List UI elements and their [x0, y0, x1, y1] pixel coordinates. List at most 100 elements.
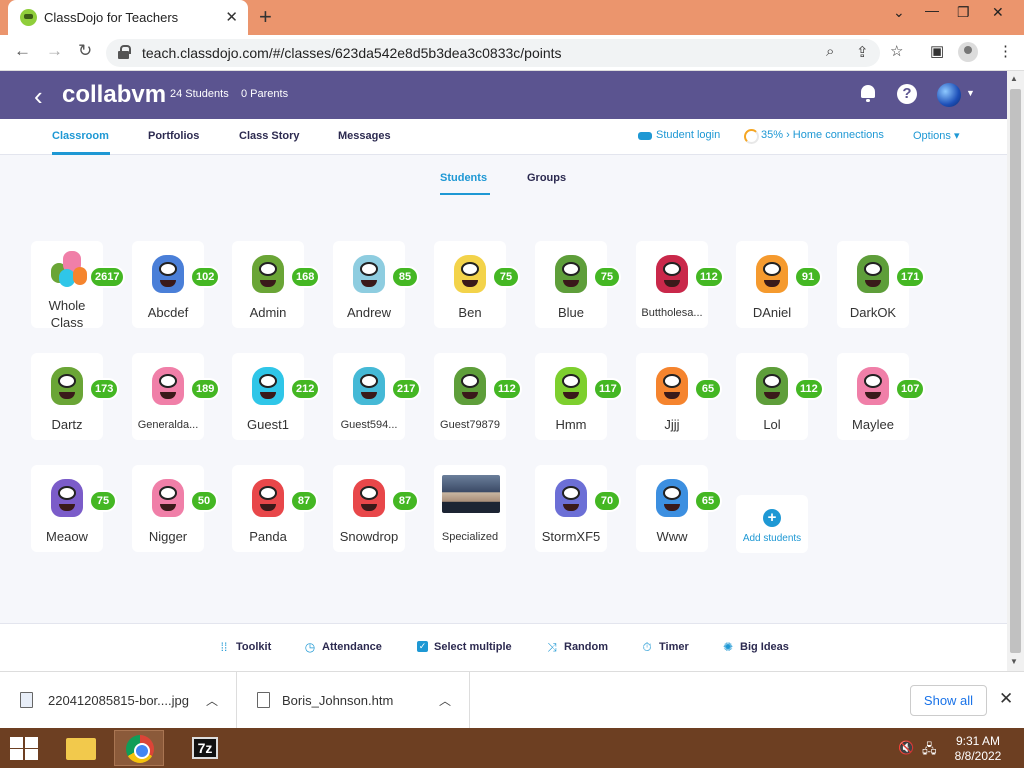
attendance-button[interactable]: Attendance [322, 641, 382, 653]
student-card[interactable]: 50 Nigger [132, 465, 218, 552]
show-all-button[interactable]: Show all [910, 685, 987, 716]
parents-count[interactable]: 0 Parents [241, 88, 288, 100]
zoom-icon[interactable]: ⌕ [826, 43, 834, 60]
home-connections-link[interactable]: 35% › Home connections [761, 129, 884, 141]
scroll-thumb[interactable] [1010, 89, 1021, 653]
back-arrow-icon[interactable]: ← [14, 41, 31, 61]
tab-class-story[interactable]: Class Story [239, 130, 300, 142]
menu-dots-icon[interactable]: ⋮ [998, 42, 1013, 60]
student-card[interactable]: 217 Guest594... [333, 353, 422, 440]
student-name: Abcdef [147, 305, 189, 320]
student-card[interactable]: 87 Snowdrop [333, 465, 419, 552]
download-item[interactable]: Boris_Johnson.htm ︿ [237, 672, 470, 729]
volume-muted-icon[interactable]: 🔇 [898, 740, 914, 756]
student-card[interactable]: 65 Jjjj [636, 353, 722, 440]
big-ideas-button[interactable]: Big Ideas [740, 641, 789, 653]
help-icon[interactable]: ? [897, 84, 917, 104]
lock-icon[interactable] [118, 45, 131, 59]
bell-icon[interactable] [860, 85, 876, 102]
student-card[interactable]: 173 Dartz [31, 353, 120, 440]
profile-icon[interactable] [958, 42, 978, 62]
tab-messages[interactable]: Messages [338, 130, 391, 142]
window-close-icon[interactable]: ✕ [992, 4, 1004, 21]
download-bar: 220412085815-bor....jpg ︿ Boris_Johnson.… [0, 671, 1024, 729]
teacher-avatar[interactable] [937, 83, 961, 107]
tab-search-chevron-icon[interactable]: ⌄ [893, 4, 905, 21]
student-card[interactable]: Specialized [434, 465, 506, 552]
attendance-clock-icon: ◷ [304, 640, 316, 654]
7zip-taskbar-button[interactable]: 7z [180, 730, 230, 766]
students-count[interactable]: 24 Students [170, 88, 229, 100]
scroll-up-icon[interactable]: ▲ [1010, 74, 1018, 83]
add-students-card[interactable]: + Add students [736, 495, 808, 553]
monster-avatar-icon [650, 357, 694, 409]
address-bar[interactable]: teach.classdojo.com/#/classes/623da542e8… [106, 39, 880, 67]
student-login-link[interactable]: Student login [656, 129, 720, 141]
whole-class-card[interactable]: 2617 Whole Class [31, 241, 126, 330]
student-card[interactable]: 75 Meaow [31, 465, 117, 552]
taskbar-clock[interactable]: 9:31 AM 8/8/2022 [940, 734, 1016, 764]
student-card[interactable]: 112 Buttholesa... [636, 241, 724, 328]
student-card[interactable]: 189 Generalda... [132, 353, 221, 440]
select-multiple-button[interactable]: Select multiple [434, 641, 512, 653]
chevron-up-icon[interactable]: ︿ [439, 692, 451, 709]
file-explorer-taskbar-button[interactable] [56, 730, 106, 766]
close-tab-icon[interactable]: ✕ [225, 8, 238, 26]
student-card[interactable]: 212 Guest1 [232, 353, 321, 440]
class-nav: Classroom Portfolios Class Story Message… [0, 119, 1007, 155]
tab-groups[interactable]: Groups [527, 172, 566, 184]
page-scrollbar[interactable]: ▲ ▼ [1007, 71, 1024, 671]
back-chevron-icon[interactable]: ‹ [34, 81, 43, 112]
close-download-bar-icon[interactable]: ✕ [999, 689, 1013, 709]
student-card[interactable]: 91 DAniel [736, 241, 822, 328]
chevron-up-icon[interactable]: ︿ [206, 692, 218, 709]
toolkit-button[interactable]: Toolkit [236, 641, 271, 653]
monster-avatar-icon [45, 357, 89, 409]
random-button[interactable]: Random [564, 641, 608, 653]
student-card[interactable]: 112 Guest79879 [434, 353, 522, 440]
minimize-icon[interactable]: — [925, 2, 939, 18]
class-toolbar: ⁞⁞ Toolkit ◷ Attendance Select multiple … [0, 623, 1007, 671]
student-card[interactable]: 171 DarkOK [837, 241, 926, 328]
tab-classroom[interactable]: Classroom [52, 130, 109, 142]
forward-arrow-icon[interactable]: → [46, 41, 63, 61]
student-card[interactable]: 75 Blue [535, 241, 621, 328]
tab-students[interactable]: Students [440, 172, 487, 184]
download-item[interactable]: 220412085815-bor....jpg ︿ [0, 672, 237, 729]
monster-avatar-icon [448, 245, 492, 297]
chrome-icon [126, 735, 154, 763]
windows-start-icon[interactable] [8, 736, 38, 760]
clock-date: 8/8/2022 [954, 749, 1002, 763]
bookmark-star-icon[interactable]: ☆ [890, 42, 903, 60]
student-card[interactable]: 87 Panda [232, 465, 318, 552]
image-file-icon [20, 692, 33, 708]
student-card[interactable]: 112 Lol [736, 353, 824, 440]
student-card[interactable]: 70 StormXF5 [535, 465, 621, 552]
select-multiple-checkbox-icon[interactable]: ✓ [417, 641, 428, 652]
restore-icon[interactable]: ❐ [957, 4, 970, 21]
reload-icon[interactable]: ↻ [78, 41, 92, 61]
tab-portfolios[interactable]: Portfolios [148, 130, 199, 142]
timer-button[interactable]: Timer [659, 641, 689, 653]
monster-avatar-icon [146, 357, 190, 409]
side-panel-icon[interactable]: ▣ [930, 42, 944, 60]
student-card[interactable]: 102 Abcdef [132, 241, 221, 328]
chrome-taskbar-button[interactable] [114, 730, 164, 766]
toolkit-grid-icon: ⁞⁞ [220, 640, 228, 654]
student-login-icon[interactable] [638, 130, 652, 141]
monster-avatar-icon [347, 245, 391, 297]
student-card[interactable]: 107 Maylee [837, 353, 926, 440]
student-card[interactable]: 117 Hmm [535, 353, 623, 440]
scroll-down-icon[interactable]: ▼ [1010, 657, 1018, 666]
share-icon[interactable]: ⇪ [856, 43, 869, 61]
browser-tab[interactable]: ClassDojo for Teachers ✕ [8, 0, 248, 35]
options-dropdown[interactable]: Options ▾ [913, 129, 960, 142]
student-card[interactable]: 168 Admin [232, 241, 321, 328]
avatar-dropdown-icon[interactable]: ▼ [966, 88, 975, 98]
download-filename: Boris_Johnson.htm [282, 693, 394, 708]
student-card[interactable]: 85 Andrew [333, 241, 419, 328]
student-card[interactable]: 65 Www [636, 465, 722, 552]
student-card[interactable]: 75 Ben [434, 241, 520, 328]
new-tab-icon[interactable]: + [259, 4, 272, 30]
network-icon[interactable]: 🖧 [922, 740, 937, 762]
